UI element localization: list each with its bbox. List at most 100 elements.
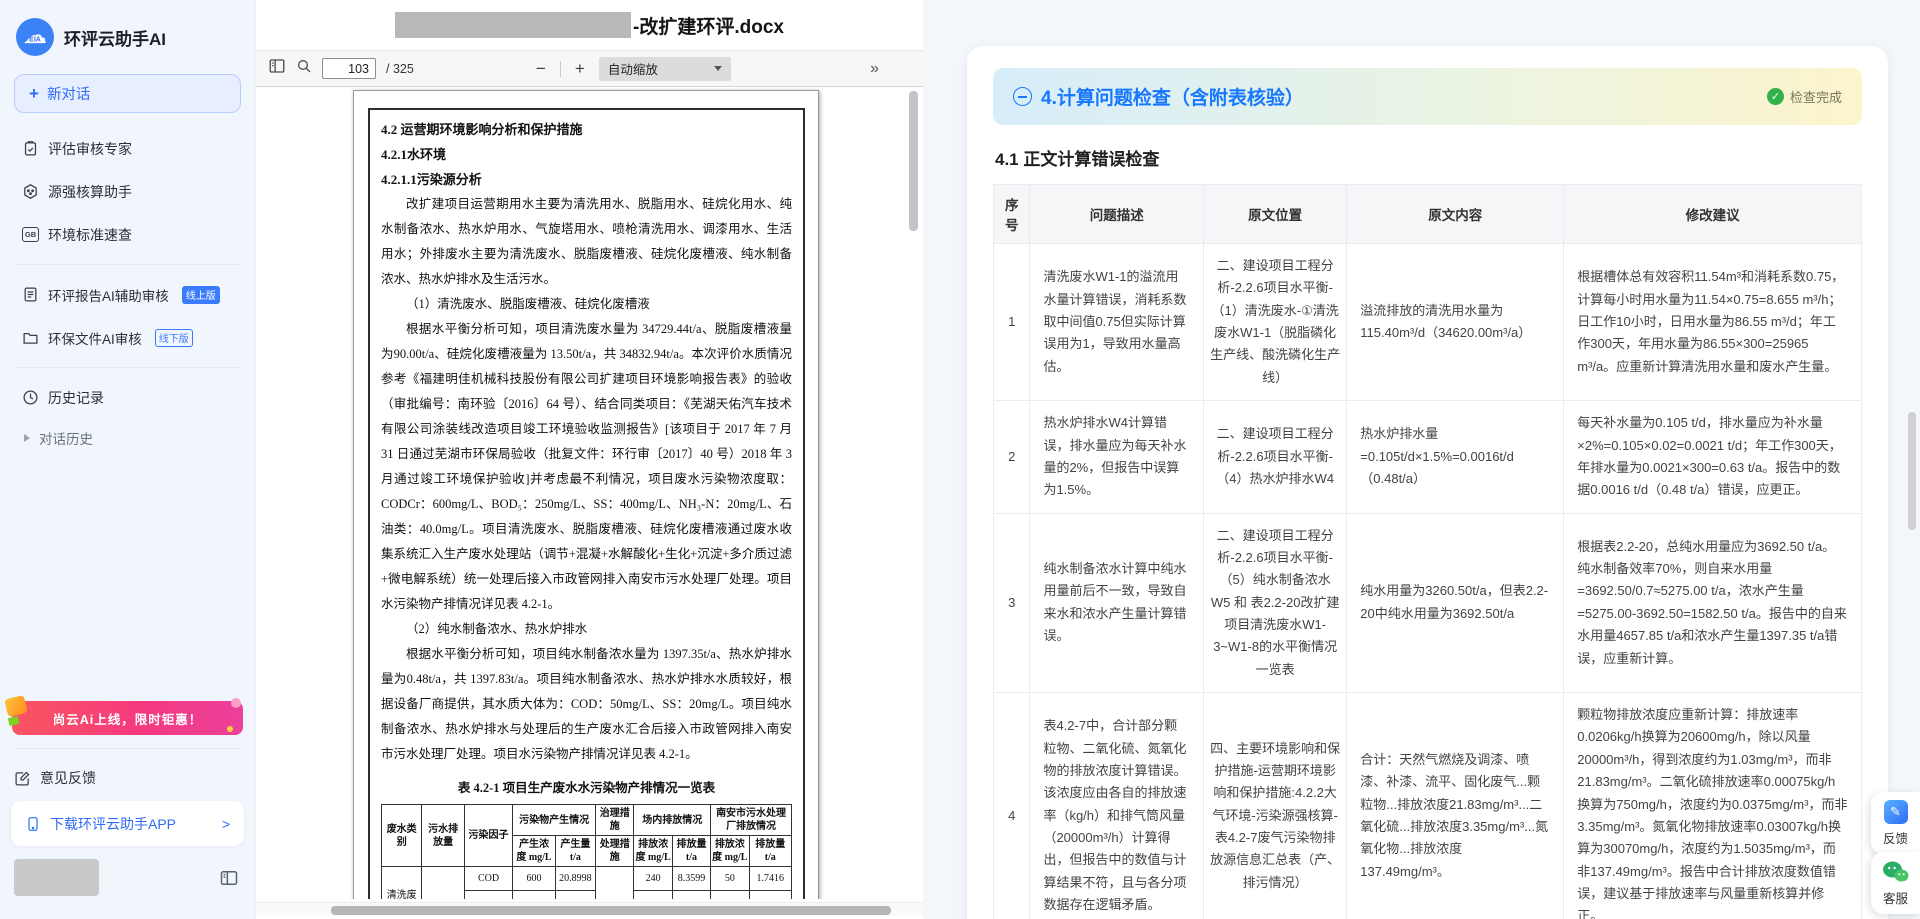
feedback-float-button[interactable]: ✎ 反馈 (1871, 792, 1920, 854)
vertical-scrollbar-thumb[interactable] (909, 91, 918, 231)
new-chat-label: 新对话 (47, 83, 91, 104)
cell-loc: 二、建设项目工程分析-2.2.6项目水平衡-（4）热水炉排水W4 (1204, 401, 1347, 513)
new-chat-button[interactable]: + 新对话 (14, 74, 241, 113)
promo-text: 尚云Ai上线，限时钜惠！ (53, 709, 203, 728)
col-header-desc: 问题描述 (1030, 185, 1204, 244)
doc-subheading: （1）清洗废水、脱脂废槽液、硅烷化废槽液 (381, 292, 792, 317)
cell-fix: 根据槽体总有效容积11.54m³和消耗系数0.75，计算每小时用水量为11.54… (1564, 244, 1862, 401)
toolbar-separator (560, 61, 561, 77)
download-app-button[interactable]: 下载环评云助手APP > (11, 801, 244, 846)
feedback-label: 意见反馈 (40, 768, 96, 788)
cell-orig: 纯水用量为3260.50t/a，但表2.2-20中纯水用量为3692.50t/a (1347, 513, 1564, 693)
viewer-toolbar: / 325 − + 自动缩放 » (256, 50, 923, 87)
doc-heading-1: 4.2 运营期环境影响分析和保护措施 (381, 117, 792, 142)
sidebar-item-history[interactable]: 历史记录 (14, 376, 241, 419)
doc-td: 1.7416 (749, 867, 792, 891)
doc-td: 600 (513, 867, 555, 891)
doc-th: 场内排放情况 (634, 805, 711, 836)
panel-scrollbar-thumb[interactable] (1908, 412, 1916, 530)
sidebar-item-label: 环保文件AI审核 (48, 328, 142, 348)
sidebar-item-file-ai-review[interactable]: 环保文件AI审核 线下版 (14, 316, 241, 359)
horizontal-scrollbar-thumb[interactable] (331, 906, 891, 915)
col-header-fix: 修改建议 (1564, 185, 1862, 244)
hexagon-nodes-icon (22, 183, 39, 200)
sidebar-divider (16, 367, 239, 368)
app-brand: ☁ EIA 环评云助手AI (16, 18, 239, 56)
folder-icon (22, 329, 39, 346)
zoom-in-button[interactable]: + (571, 59, 589, 79)
col-header-no: 序号 (994, 185, 1030, 244)
doc-paragraph: 改扩建项目运营期用水主要为清洗用水、脱脂用水、硅烷化用水、纯水制备浓水、热水炉用… (381, 192, 792, 292)
cell-loc: 二、建设项目工程分析-2.2.6项目水平衡-（1）清洗废水-①清洗废水W1-1（… (1204, 244, 1347, 401)
doc-th: 处理措施 (596, 836, 634, 867)
collapse-panel-icon (219, 868, 239, 888)
zoom-mode-select[interactable]: 自动缩放 (599, 57, 731, 81)
promo-banner[interactable]: 尚云Ai上线，限时钜惠！ (12, 701, 243, 735)
sidebar-item-chat-history[interactable]: 对话历史 (14, 419, 241, 457)
sidebar-item-source-calc[interactable]: 源强核算助手 (14, 170, 241, 213)
error-check-table: 序号 问题描述 原文位置 原文内容 修改建议 1 清洗废水W1-1的溢流用水量计… (993, 184, 1862, 919)
doc-td (749, 891, 792, 900)
document-scroll-area[interactable]: 4.2 运营期环境影响分析和保护措施 4.2.1水环境 4.2.1.1污染源分析… (256, 88, 923, 899)
doc-th: 治理措施 (596, 805, 634, 836)
doc-td (596, 867, 634, 900)
doc-th: 产生量 t/a (555, 836, 595, 867)
doc-td (422, 867, 464, 900)
online-version-badge: 线上版 (182, 286, 220, 304)
cell-no: 1 (994, 244, 1030, 401)
chevron-down-icon (714, 66, 722, 71)
user-account-redacted[interactable] (14, 859, 99, 896)
section-header: 4.计算问题检查（含附表核验） ✓ 检查完成 (993, 68, 1862, 125)
doc-td: 50 (711, 867, 749, 891)
gb-standard-icon: GB (22, 227, 39, 242)
doc-th: 排放浓度 mg/L (634, 836, 672, 867)
doc-paragraph: 根据水平衡分析可知，项目纯水制备浓水量为 1397.35t/a、热水炉排水量为0… (381, 642, 792, 767)
collapse-section-icon[interactable] (1013, 87, 1032, 106)
table-header-row: 序号 问题描述 原文位置 原文内容 修改建议 (994, 185, 1862, 244)
document-icon (22, 286, 39, 303)
subsection-title: 4.1 正文计算错误检查 (995, 145, 1860, 170)
zoom-mode-value: 自动缩放 (608, 59, 658, 78)
page-number-input[interactable] (322, 58, 376, 79)
doc-th: 排放量 t/a (749, 836, 792, 867)
sidebar-item-label: 环评报告AI辅助审核 (48, 285, 169, 305)
cell-loc: 四、主要环境影响和保护措施-运营期环境影响和保护措施:4.2.2大气环境-污染源… (1204, 693, 1347, 919)
doc-th: 污染物产生情况 (513, 805, 596, 836)
sidebar-collapse-button[interactable] (219, 868, 239, 893)
app-title: 环评云助手AI (64, 25, 166, 50)
horizontal-scrollbar-track[interactable] (256, 902, 923, 916)
customer-service-float-button[interactable]: 客服 (1871, 852, 1920, 914)
doc-td-type: 清洗废 (382, 867, 422, 900)
document-title-redacted (395, 12, 631, 38)
doc-paragraph: 根据水平衡分析可知，项目清洗废水量为 34729.44t/a、脱脂废槽液量为90… (381, 317, 792, 617)
clock-icon (22, 389, 39, 406)
gift-decoration-icon (4, 695, 28, 717)
feedback-item[interactable]: 意见反馈 (14, 760, 96, 796)
section-title: 4.计算问题检查（含附表核验） (1041, 83, 1304, 110)
document-page: 4.2 运营期环境影响分析和保护措施 4.2.1水环境 4.2.1.1污染源分析… (353, 90, 819, 899)
logo-eia-text: EIA (29, 37, 41, 44)
page-text-frame: 4.2 运营期环境影响分析和保护措施 4.2.1水环境 4.2.1.1污染源分析… (368, 108, 805, 899)
zoom-out-button[interactable]: − (532, 59, 550, 79)
sidebar-item-report-ai-review[interactable]: 环评报告AI辅助审核 线上版 (14, 273, 241, 316)
phone-icon (25, 816, 41, 832)
sidebar-divider (14, 748, 241, 749)
search-icon[interactable] (296, 58, 312, 79)
table-row: 4 表4.2-7中，合计部分颗粒物、二氧化硫、氮氧化物的排放浓度计算错误。该浓度… (994, 693, 1862, 919)
doc-th: 废水类别 (382, 805, 422, 867)
feedback-edit-icon (14, 770, 31, 787)
doc-th: 产生浓度 mg/L (513, 836, 555, 867)
doc-td: 8.3599 (672, 867, 710, 891)
customer-service-label: 客服 (1883, 888, 1908, 907)
cell-desc: 清洗废水W1-1的溢流用水量计算错误，消耗系数取中间值0.75但实际计算误用为1… (1030, 244, 1204, 401)
sidebar-item-standard-search[interactable]: GB 环境标准速查 (14, 213, 241, 256)
expand-tools-icon[interactable]: » (870, 60, 879, 78)
offline-version-badge: 线下版 (155, 329, 193, 347)
doc-td: 240 (634, 867, 672, 891)
toggle-sidebar-icon[interactable] (268, 57, 286, 80)
plus-icon: + (29, 84, 39, 104)
cell-fix: 每天补水量为0.105 t/d，排水量应为补水量×2%=0.105×0.02=0… (1564, 401, 1862, 513)
doc-table-title: 表 4.2-1 项目生产废水水污染物产排情况一览表 (381, 777, 792, 799)
sidebar-item-review-expert[interactable]: 评估审核专家 (14, 127, 241, 170)
check-complete-icon: ✓ (1767, 88, 1784, 105)
